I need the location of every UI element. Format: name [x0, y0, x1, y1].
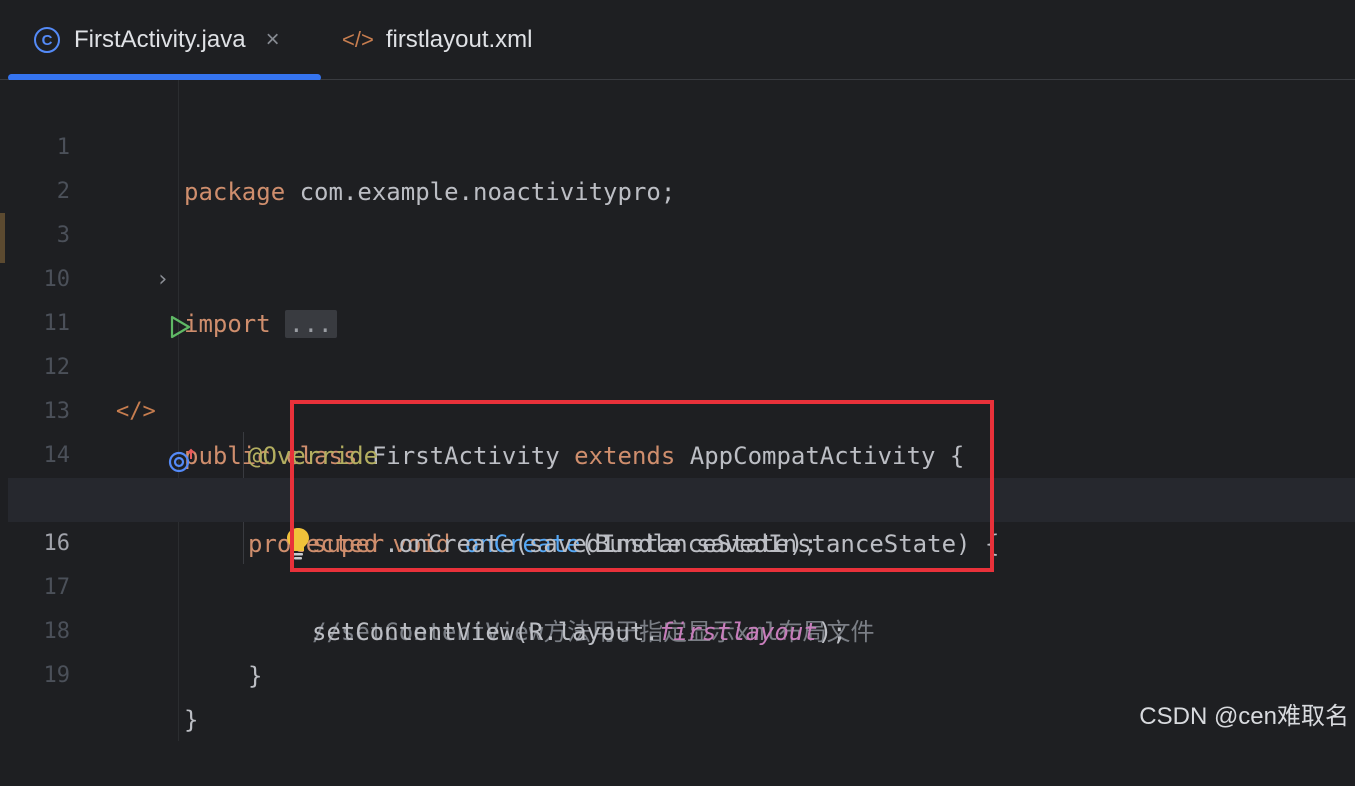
class-c-icon: C: [34, 27, 60, 53]
close-icon[interactable]: ×: [266, 26, 280, 54]
line-number: 19: [43, 663, 71, 688]
code-line[interactable]: 17 setContentView(R.layout.firstlayout);: [8, 522, 1355, 646]
code-text: }: [184, 706, 199, 734]
code-line[interactable]: 2: [8, 126, 1355, 204]
tab-label: FirstActivity.java: [74, 26, 246, 53]
code-line[interactable]: 19 }: [8, 610, 1355, 734]
code-line[interactable]: 11 </> public class FirstActivity extend…: [8, 258, 1355, 470]
tab-firstlayout-xml[interactable]: </> firstlayout.xml: [330, 0, 570, 80]
left-strip: [0, 80, 8, 741]
code-line[interactable]: 14 protected void onCreate(Bundle savedI…: [8, 390, 1355, 558]
change-marker: [0, 213, 5, 263]
code-line[interactable]: 13 @Override: [8, 346, 1355, 470]
code-line-current[interactable]: 16 //setContentView方法用于指定显示xml布局文件: [8, 478, 1355, 646]
editor-tab-bar: C FirstActivity.java × </> firstlayout.x…: [0, 0, 1355, 81]
code-line[interactable]: 1 package com.example.noactivitypro;: [8, 82, 1355, 206]
code-editor[interactable]: 1 package com.example.noactivitypro; 2 3…: [8, 80, 1355, 741]
tab-firstactivity-java[interactable]: C FirstActivity.java ×: [8, 0, 321, 81]
code-line[interactable]: 12: [8, 302, 1355, 380]
code-line[interactable]: 15 super.onCreate(savedInstanceState);: [8, 434, 1355, 558]
code-line[interactable]: 18 }: [8, 566, 1355, 690]
code-line[interactable]: 10: [8, 214, 1355, 292]
watermark: CSDN @cen难取名: [1139, 703, 1349, 730]
code-line[interactable]: 3 › import ...: [8, 170, 1355, 338]
xml-tag-icon: </>: [342, 27, 374, 52]
tab-label: firstlayout.xml: [385, 26, 533, 53]
code-text: }: [248, 662, 263, 690]
